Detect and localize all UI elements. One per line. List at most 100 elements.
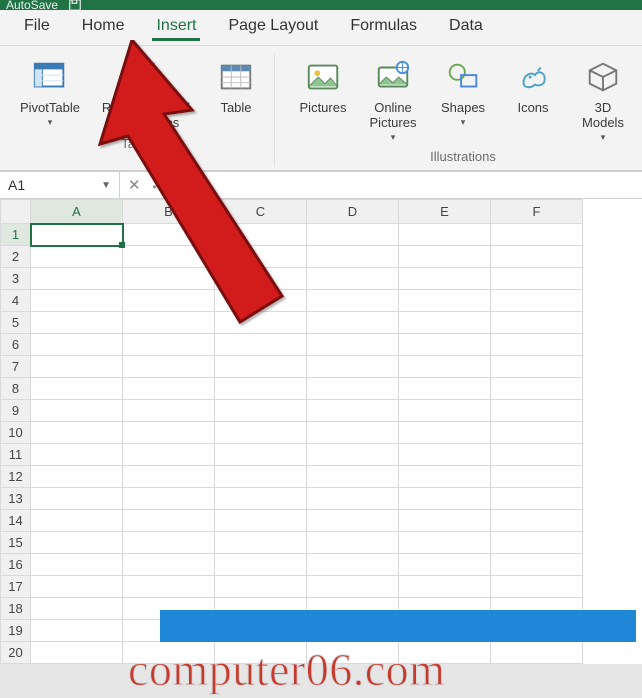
cell[interactable] xyxy=(123,224,215,246)
cell[interactable] xyxy=(123,334,215,356)
cell[interactable] xyxy=(215,356,307,378)
cell[interactable] xyxy=(215,246,307,268)
online-pictures-button[interactable]: Online Pictures ▾ xyxy=(363,54,423,143)
cell[interactable] xyxy=(491,488,583,510)
cell[interactable] xyxy=(399,224,491,246)
column-header[interactable]: A xyxy=(31,200,123,224)
cell[interactable] xyxy=(215,576,307,598)
cell[interactable] xyxy=(399,334,491,356)
cell[interactable] xyxy=(491,246,583,268)
tab-page-layout[interactable]: Page Layout xyxy=(212,9,334,45)
cell[interactable] xyxy=(307,444,399,466)
cell[interactable] xyxy=(31,400,123,422)
row-header[interactable]: 6 xyxy=(1,334,31,356)
cell[interactable] xyxy=(123,356,215,378)
cell[interactable] xyxy=(307,510,399,532)
row-header[interactable]: 20 xyxy=(1,642,31,664)
cell[interactable] xyxy=(491,554,583,576)
tab-file[interactable]: File xyxy=(8,9,66,45)
cell[interactable] xyxy=(399,246,491,268)
cell[interactable] xyxy=(491,510,583,532)
cell[interactable] xyxy=(399,400,491,422)
tab-insert[interactable]: Insert xyxy=(140,9,212,45)
cell[interactable] xyxy=(399,510,491,532)
cell[interactable] xyxy=(491,290,583,312)
cell[interactable] xyxy=(491,400,583,422)
cell[interactable] xyxy=(31,576,123,598)
cell[interactable] xyxy=(491,422,583,444)
tab-formulas[interactable]: Formulas xyxy=(334,9,433,45)
cell[interactable] xyxy=(123,488,215,510)
cell[interactable] xyxy=(215,444,307,466)
cell[interactable] xyxy=(215,378,307,400)
cell[interactable] xyxy=(307,576,399,598)
cell[interactable] xyxy=(215,224,307,246)
row-header[interactable]: 3 xyxy=(1,268,31,290)
pivottable-button[interactable]: PivotTable ▾ xyxy=(14,54,86,128)
cell[interactable] xyxy=(215,488,307,510)
cell[interactable] xyxy=(491,532,583,554)
name-box[interactable]: A1 ▼ xyxy=(0,172,120,198)
column-header[interactable]: B xyxy=(123,200,215,224)
cell[interactable] xyxy=(307,488,399,510)
cell[interactable] xyxy=(399,466,491,488)
cell[interactable] xyxy=(31,510,123,532)
cell[interactable] xyxy=(399,378,491,400)
cell[interactable] xyxy=(399,532,491,554)
cell[interactable] xyxy=(307,334,399,356)
cell[interactable] xyxy=(307,356,399,378)
row-header[interactable]: 11 xyxy=(1,444,31,466)
cell[interactable] xyxy=(491,312,583,334)
table-button[interactable]: Table xyxy=(206,54,266,115)
row-header[interactable]: 9 xyxy=(1,400,31,422)
cell[interactable] xyxy=(31,642,123,664)
pictures-button[interactable]: Pictures xyxy=(293,54,353,115)
cell[interactable] xyxy=(491,268,583,290)
row-header[interactable]: 12 xyxy=(1,466,31,488)
cell[interactable] xyxy=(307,224,399,246)
row-header[interactable]: 10 xyxy=(1,422,31,444)
column-header[interactable]: F xyxy=(491,200,583,224)
row-header[interactable]: 14 xyxy=(1,510,31,532)
cell[interactable] xyxy=(123,554,215,576)
cell[interactable] xyxy=(491,334,583,356)
cell[interactable] xyxy=(215,312,307,334)
cell[interactable] xyxy=(307,532,399,554)
cell[interactable] xyxy=(399,576,491,598)
row-header[interactable]: 17 xyxy=(1,576,31,598)
cell[interactable] xyxy=(31,554,123,576)
cell[interactable] xyxy=(215,422,307,444)
cell[interactable] xyxy=(491,444,583,466)
cell[interactable] xyxy=(307,378,399,400)
row-header[interactable]: 16 xyxy=(1,554,31,576)
cell[interactable] xyxy=(31,356,123,378)
cell[interactable] xyxy=(307,312,399,334)
cell[interactable] xyxy=(491,466,583,488)
icons-button[interactable]: Icons xyxy=(503,54,563,115)
cell[interactable] xyxy=(31,334,123,356)
cell[interactable] xyxy=(215,554,307,576)
row-header[interactable]: 13 xyxy=(1,488,31,510)
cell[interactable] xyxy=(307,466,399,488)
formula-input[interactable] xyxy=(198,172,642,198)
cell[interactable] xyxy=(399,312,491,334)
cell[interactable] xyxy=(31,312,123,334)
row-header[interactable]: 8 xyxy=(1,378,31,400)
cell[interactable] xyxy=(399,356,491,378)
cell[interactable] xyxy=(491,642,583,664)
cell[interactable] xyxy=(31,466,123,488)
cancel-icon[interactable]: ✕ xyxy=(128,176,141,194)
cell[interactable] xyxy=(31,620,123,642)
cell[interactable] xyxy=(123,444,215,466)
row-header[interactable]: 19 xyxy=(1,620,31,642)
confirm-icon[interactable]: ✓ xyxy=(151,176,164,194)
cell[interactable] xyxy=(215,466,307,488)
cell[interactable] xyxy=(31,598,123,620)
cell[interactable] xyxy=(215,400,307,422)
row-header[interactable]: 2 xyxy=(1,246,31,268)
column-header[interactable]: D xyxy=(307,200,399,224)
worksheet[interactable]: ABCDEF1234567891011121314151617181920 xyxy=(0,199,642,664)
cell[interactable] xyxy=(31,422,123,444)
column-header[interactable]: C xyxy=(215,200,307,224)
row-header[interactable]: 5 xyxy=(1,312,31,334)
